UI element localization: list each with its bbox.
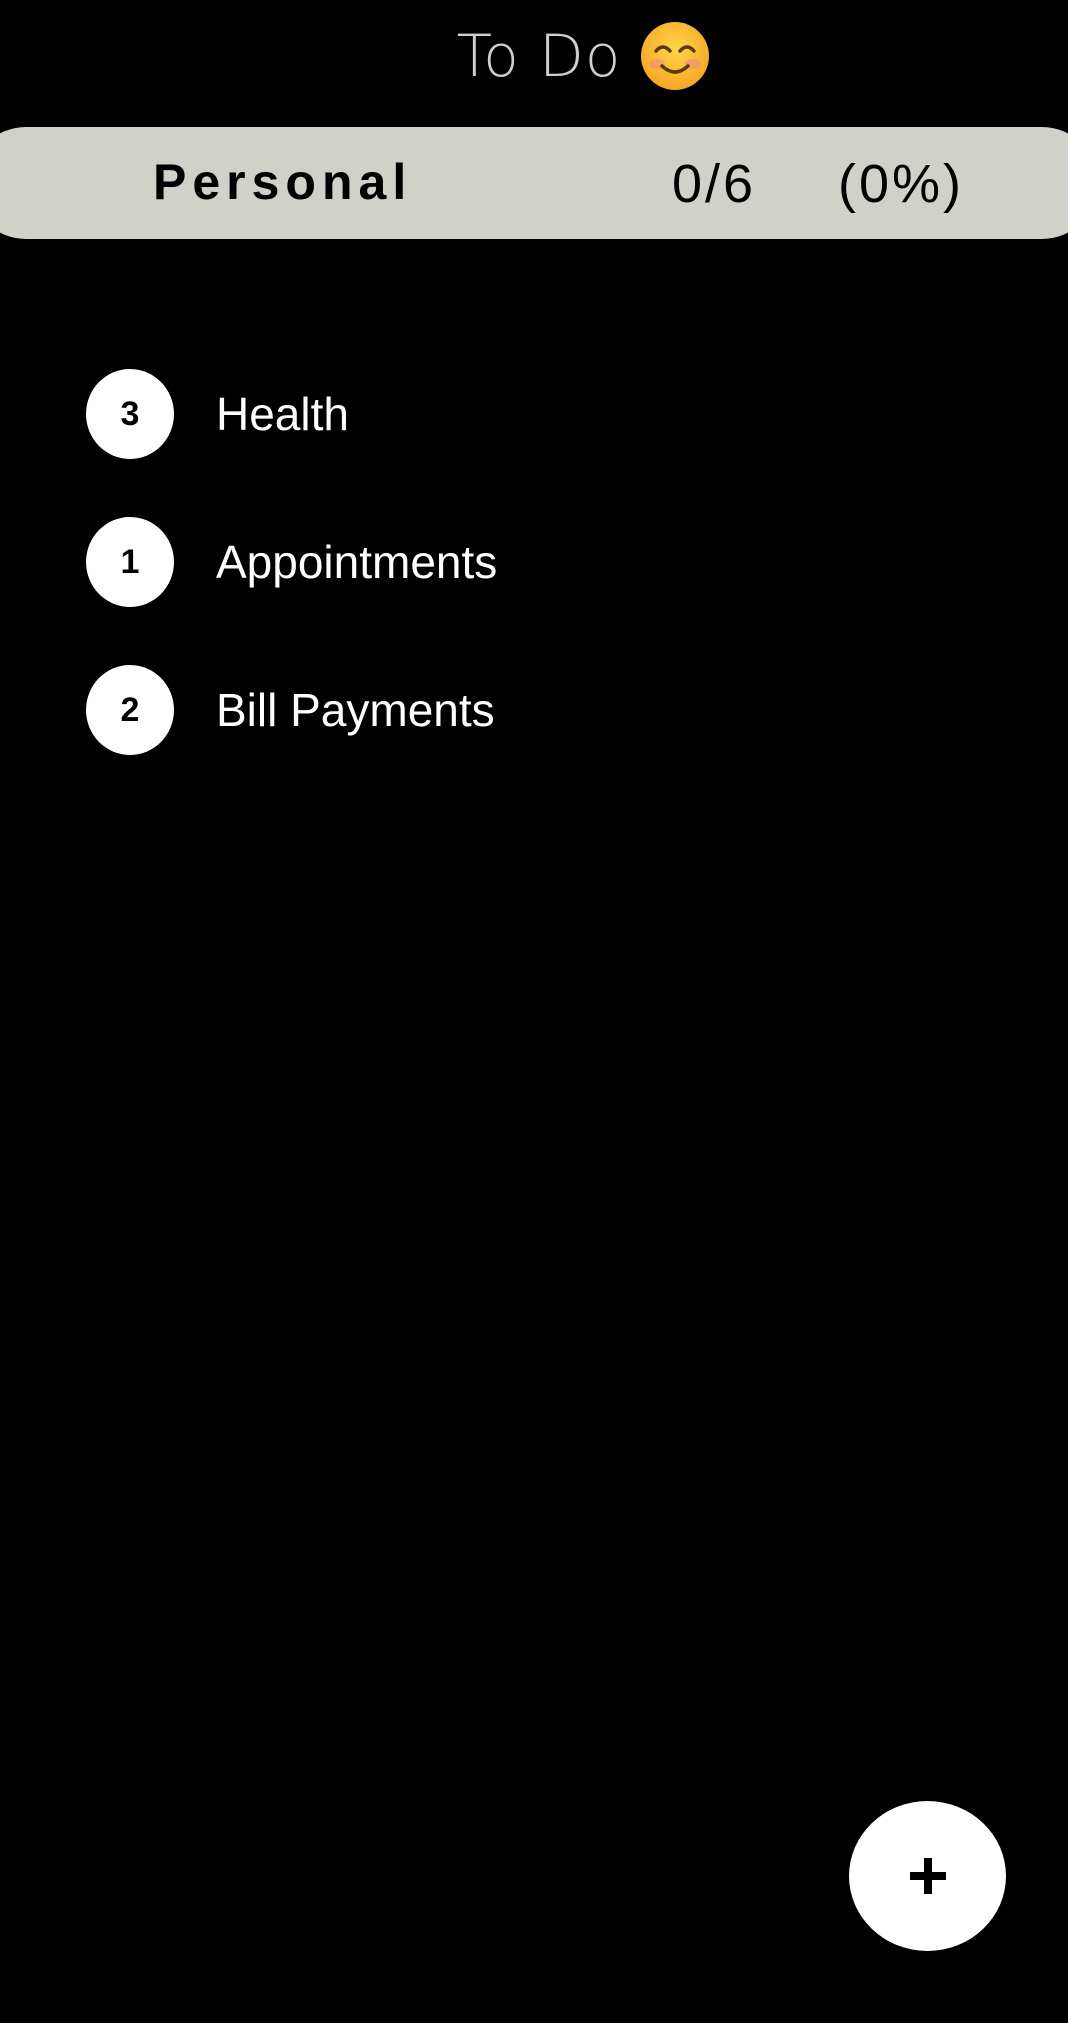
plus-icon bbox=[902, 1850, 954, 1902]
group-list: 3 Health 1 Appointments 2 Bill Payments bbox=[86, 369, 986, 813]
category-name: Personal bbox=[153, 154, 413, 210]
group-item-appointments[interactable]: 1 Appointments bbox=[86, 517, 986, 607]
task-count: 0/6 bbox=[672, 154, 757, 214]
add-button[interactable] bbox=[849, 1801, 1006, 1951]
page-title: To Do bbox=[456, 22, 622, 90]
group-label: Health bbox=[216, 388, 349, 440]
count-badge: 1 bbox=[86, 517, 174, 607]
app-header: To Do bbox=[0, 14, 1068, 98]
group-item-health[interactable]: 3 Health bbox=[86, 369, 986, 459]
completion-percent: (0%) bbox=[838, 154, 965, 214]
group-label: Appointments bbox=[216, 536, 498, 588]
count-badge: 3 bbox=[86, 369, 174, 459]
count-badge: 2 bbox=[86, 665, 174, 755]
smiling-face-icon bbox=[639, 20, 711, 92]
group-label: Bill Payments bbox=[216, 684, 495, 736]
group-item-bill-payments[interactable]: 2 Bill Payments bbox=[86, 665, 986, 755]
category-header[interactable]: Personal 0/6 (0%) bbox=[0, 127, 1068, 239]
